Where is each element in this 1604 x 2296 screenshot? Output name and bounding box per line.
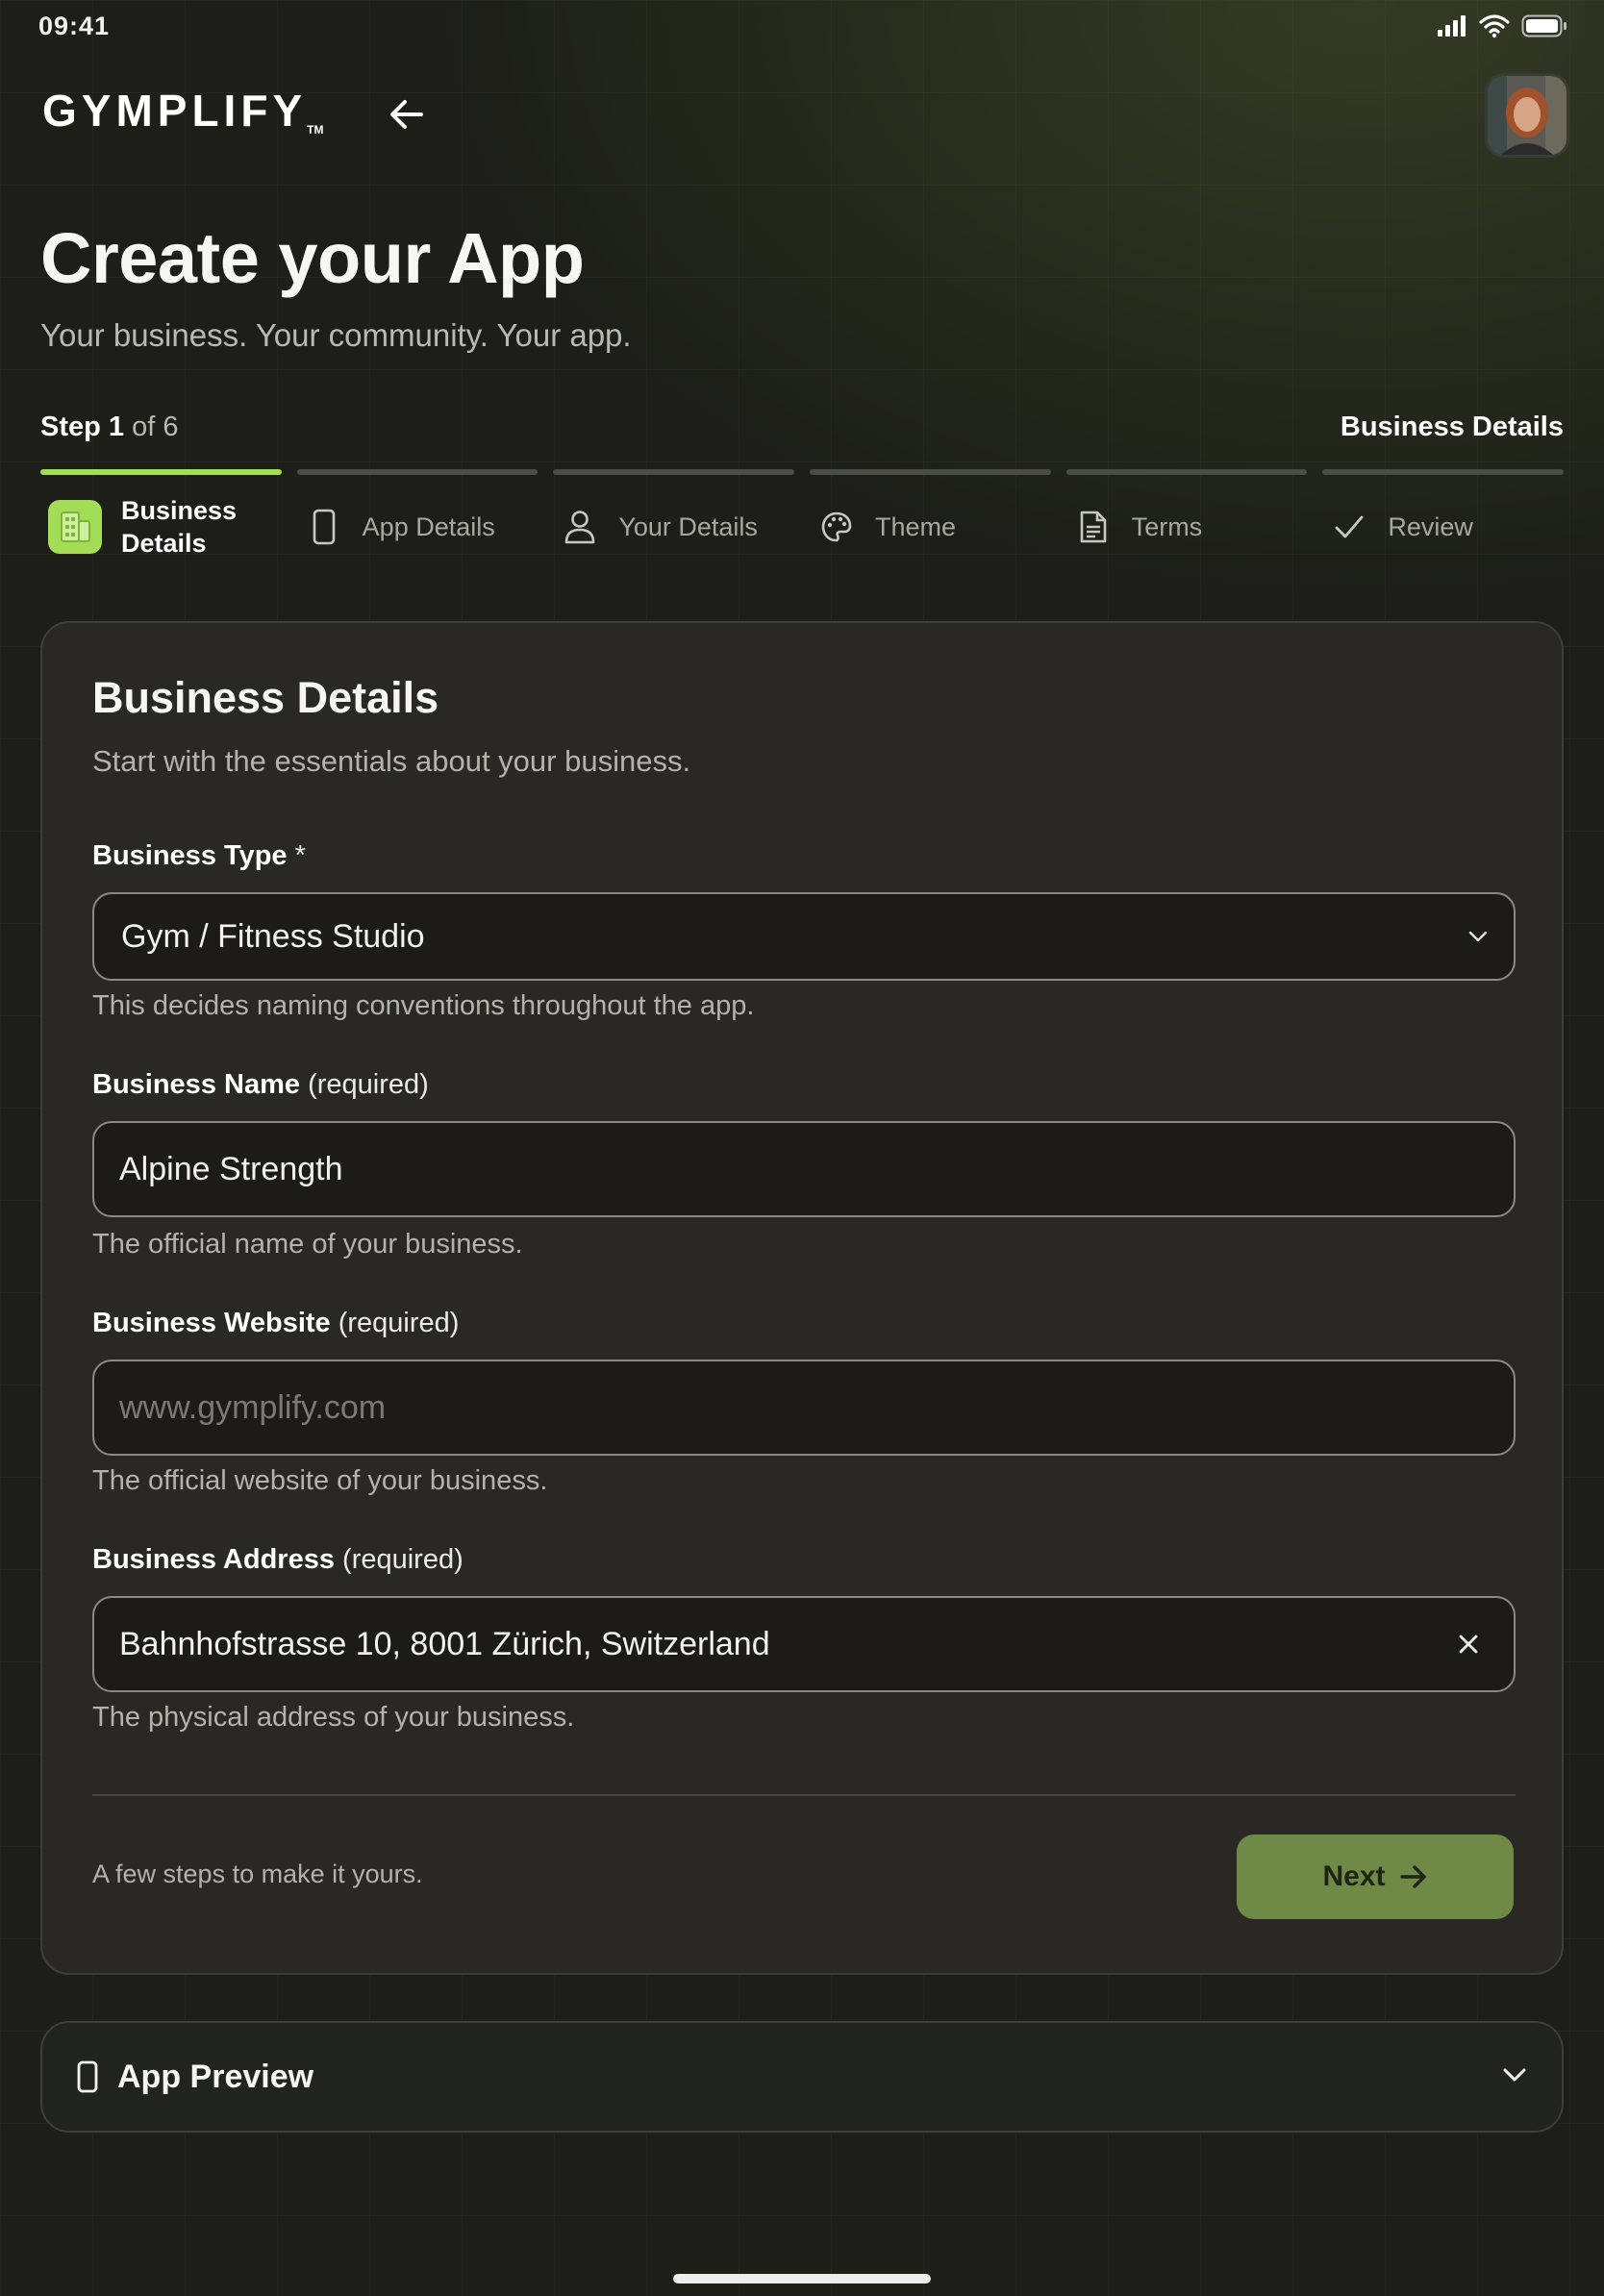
- phone-icon: [305, 508, 343, 546]
- step-number: 1: [108, 412, 125, 442]
- business-type-value: Gym / Fitness Studio: [121, 917, 425, 955]
- avatar[interactable]: [1485, 73, 1569, 158]
- building-icon: [48, 500, 102, 554]
- business-address-input[interactable]: Bahnhofstrasse 10, 8001 Zürich, Switzerl…: [92, 1596, 1516, 1692]
- step-label: Business Details: [121, 496, 238, 558]
- step-label: App Details: [362, 512, 495, 541]
- user-photo: [1488, 76, 1566, 155]
- next-label: Next: [1322, 1860, 1386, 1892]
- business-type-label: Business Type *: [92, 840, 306, 872]
- gymplify-logo[interactable]: GYMPLIFYTM: [42, 85, 323, 137]
- logo-text: GYMPLIFY: [42, 86, 308, 136]
- business-website-placeholder: www.gymplify.com: [119, 1388, 387, 1426]
- business-type-select[interactable]: Gym / Fitness Studio: [92, 892, 1516, 981]
- step-your-details[interactable]: Your Details: [538, 490, 794, 563]
- business-name-input[interactable]: Alpine Strength: [92, 1121, 1516, 1217]
- step-app-details[interactable]: App Details: [282, 490, 539, 563]
- business-name-hint: The official name of your business.: [92, 1229, 523, 1260]
- progress-segment: [553, 469, 795, 475]
- current-step-name: Business Details: [1340, 412, 1564, 442]
- business-address-value: Bahnhofstrasse 10, 8001 Zürich, Switzerl…: [119, 1625, 770, 1662]
- progress-segment: [40, 469, 282, 475]
- progress-segment: [296, 469, 539, 475]
- required-suffix: (required): [338, 1308, 460, 1338]
- required-mark: *: [294, 840, 306, 871]
- label-text: Business Name: [92, 1069, 300, 1100]
- home-indicator: [673, 2274, 931, 2284]
- business-details-card: Business Details Start with the essentia…: [40, 621, 1564, 1975]
- divider: [92, 1794, 1516, 1796]
- business-address-hint: The physical address of your business.: [92, 1702, 575, 1733]
- page-subtitle: Your business. Your community. Your app.: [40, 317, 632, 353]
- check-icon: [1330, 508, 1368, 546]
- required-suffix: (required): [342, 1544, 464, 1575]
- progress-segment: [1322, 469, 1565, 475]
- step-label: Review: [1388, 512, 1473, 541]
- step-of: of 6: [132, 412, 179, 442]
- signal-icon: [1438, 15, 1466, 37]
- step-business-details[interactable]: Business Details: [40, 490, 282, 563]
- business-address-label: Business Address (required): [92, 1544, 464, 1576]
- arrow-left-icon: [390, 100, 423, 129]
- battery-icon: [1521, 14, 1566, 37]
- business-type-hint: This decides naming conventions througho…: [92, 990, 755, 1021]
- label-text: Business Address: [92, 1544, 335, 1575]
- status-icons: [1437, 13, 1567, 38]
- progress-segment: [810, 469, 1051, 475]
- app-preview-label: App Preview: [117, 2058, 314, 2095]
- business-website-input[interactable]: www.gymplify.com: [92, 1360, 1516, 1456]
- palette-icon: [817, 508, 856, 546]
- arrow-right-icon: [1399, 1865, 1426, 1888]
- chevron-down-icon: [1502, 2067, 1527, 2087]
- user-icon: [561, 508, 599, 546]
- wifi-icon: [1479, 14, 1510, 38]
- step-word: Step: [40, 412, 101, 442]
- step-label: Terms: [1131, 512, 1203, 541]
- step-label: Your Details: [618, 512, 758, 541]
- progress-bar: [40, 469, 1565, 475]
- required-suffix: (required): [308, 1069, 429, 1100]
- page-title: Create your App: [40, 218, 585, 298]
- footer-text: A few steps to make it yours.: [92, 1859, 423, 1888]
- business-name-label: Business Name (required): [92, 1069, 429, 1101]
- step-navigation: Business Details App Details Your Detail…: [40, 490, 1564, 563]
- close-icon: [1459, 1635, 1478, 1654]
- step-theme[interactable]: Theme: [794, 490, 1051, 563]
- back-button[interactable]: [385, 92, 429, 137]
- logo-trademark: TM: [307, 123, 324, 137]
- business-website-label: Business Website (required): [92, 1308, 459, 1339]
- next-button[interactable]: Next: [1237, 1834, 1514, 1919]
- clear-button[interactable]: [1458, 1634, 1479, 1655]
- phone-icon: [77, 2060, 98, 2093]
- step-counter: Step 1 of 6: [40, 412, 178, 443]
- business-website-hint: The official website of your business.: [92, 1465, 548, 1496]
- step-label: Theme: [875, 512, 957, 541]
- step-review[interactable]: Review: [1307, 490, 1564, 563]
- label-text: Business Website: [92, 1308, 331, 1338]
- chevron-down-icon: [1467, 930, 1489, 943]
- card-title: Business Details: [92, 673, 439, 722]
- business-name-value: Alpine Strength: [119, 1150, 343, 1187]
- card-subtitle: Start with the essentials about your bus…: [92, 744, 691, 778]
- document-icon: [1074, 508, 1113, 546]
- status-time: 09:41: [38, 12, 111, 40]
- progress-segment: [1065, 469, 1308, 475]
- app-preview-toggle[interactable]: App Preview: [40, 2021, 1564, 2133]
- step-terms[interactable]: Terms: [1051, 490, 1308, 563]
- label-text: Business Type: [92, 840, 288, 871]
